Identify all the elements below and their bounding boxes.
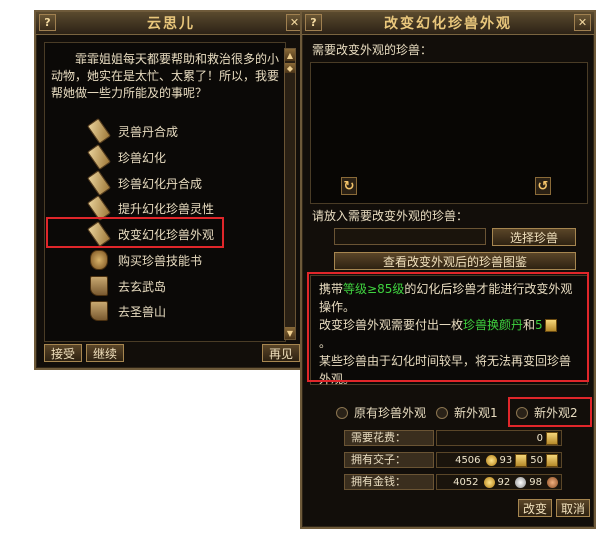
silver-ingot-icon [515,453,528,467]
scroll-icon [86,117,112,145]
npc-dialog-titlebar[interactable]: ? 云思儿 ✕ [36,12,306,35]
help-icon: ? [310,16,317,29]
continue-button[interactable]: 继续 [86,344,124,362]
goodbye-button[interactable]: 再见 [262,344,300,362]
gold-coin-icon [483,476,495,488]
change-appearance-titlebar[interactable]: ? 改变幻化珍兽外观 ✕ [302,12,594,35]
menu-item-pet-transform[interactable]: 珍兽幻化 [86,143,167,171]
scroll-icon [86,143,112,171]
put-pet-prompt: 请放入需要改变外观的珍兽： [312,209,469,223]
close-icon: ✕ [289,16,300,29]
help-icon: ? [44,16,51,29]
scroll-up-arrow-icon[interactable]: ▲ [285,49,295,61]
menu-item-label: 去圣兽山 [118,304,167,319]
highlight-box-new-appearance-2 [508,397,592,427]
copper-ingot-icon [546,453,558,467]
money-silver-value: 92 [497,476,511,488]
radio-new-appearance-1[interactable]: 新外观1 [436,404,498,421]
menu-item-label: 珍兽幻化 [118,150,167,165]
pet-slot-input[interactable] [334,228,486,245]
silver-coin-icon [515,476,527,488]
npc-dialog-window: ? 云思儿 ✕ 霏霏姐姐每天都要帮助和救治很多的小动物，她实在是太忙、太累了！所… [34,10,308,370]
jiaozi-label: 拥有交子： [344,452,434,468]
gold-ingot-icon [546,431,558,445]
scroll-down-arrow-icon[interactable]: ▼ [285,327,295,339]
dialog-scrollbar[interactable]: ▲ ◆ ▼ [284,48,296,340]
highlight-box-menu [46,217,224,248]
cost-row: 需要花费： 0 [344,430,562,446]
jiaozi-row: 拥有交子： 4506 93 50 [344,452,562,468]
money-value-box: 4052 92 98 [436,474,562,490]
rotate-right-icon: ↺ [537,178,549,194]
menu-item-label: 灵兽丹合成 [118,124,179,139]
jiaozi-silver-value: 93 [499,454,513,466]
cost-value-box: 0 [436,430,562,446]
jiaozi-copper-value: 50 [530,454,543,466]
menu-item-label: 珍兽幻化丹合成 [118,176,203,191]
cost-value: 0 [536,432,543,444]
npc-intro-text: 霏霏姐姐每天都要帮助和救治很多的小动物，她实在是太忙、太累了！所以，我要帮她做一… [51,52,280,100]
menu-item-label: 去玄武岛 [118,279,167,294]
npc-name-title: 云思儿 [147,16,195,32]
window-title: 改变幻化珍兽外观 [384,16,512,32]
rotate-right-button[interactable]: ↺ [535,177,551,195]
help-button[interactable]: ? [305,14,322,31]
change-appearance-window: ? 改变幻化珍兽外观 ✕ 需要改变外观的珍兽： ↻ ↺ 请放入需要改变外观的珍兽… [300,10,596,529]
menu-item-label: 购买珍兽技能书 [118,253,203,268]
boot-icon [88,275,110,297]
cancel-button[interactable]: 取消 [556,499,590,517]
rotate-left-button[interactable]: ↻ [341,177,357,195]
cost-label: 需要花费： [344,430,434,446]
pet-prompt-label: 需要改变外观的珍兽： [312,43,433,57]
money-copper-value: 98 [529,476,542,488]
pet-preview-area: ↻ ↺ [310,62,588,204]
radio-original-appearance[interactable]: 原有珍兽外观 [336,404,426,421]
menu-item-label: 提升幻化珍兽灵性 [118,201,215,216]
menu-item-buy-skill-book[interactable]: 购买珍兽技能书 [88,248,202,272]
view-catalog-button[interactable]: 查看改变外观后的珍兽图鉴 [334,252,576,270]
money-row: 拥有金钱： 4052 92 98 [344,474,562,490]
select-pet-button[interactable]: 选择珍兽 [492,228,576,246]
money-label: 拥有金钱： [344,474,434,490]
scroll-icon [86,169,112,197]
scroll-icon [86,194,112,222]
money-gold-value: 4052 [453,476,479,488]
gold-coin-icon [485,454,497,466]
rotate-left-icon: ↻ [343,178,355,194]
menu-item-go-holy-beast-mountain[interactable]: 去圣兽山 [88,299,166,323]
menu-item-transform-pill-synthesis[interactable]: 珍兽幻化丹合成 [86,169,203,197]
radio-button-icon [436,406,448,419]
scroll-thumb[interactable]: ◆ [285,63,295,73]
change-button[interactable]: 改变 [518,499,552,517]
menu-item-go-xuanwu-island[interactable]: 去玄武岛 [88,274,166,298]
help-button[interactable]: ? [39,14,56,31]
copper-coin-icon [547,476,558,488]
radio-label: 新外观1 [454,406,498,420]
jiaozi-value-box: 4506 93 50 [436,452,562,468]
close-icon: ✕ [577,16,588,29]
radio-button-icon [336,406,348,419]
menu-item-pet-pill-synthesis[interactable]: 灵兽丹合成 [86,117,179,145]
pouch-icon [88,249,110,271]
jiaozi-gold-value: 4506 [455,454,481,466]
highlight-box-info [307,272,589,382]
radio-label: 原有珍兽外观 [354,406,427,420]
accept-button[interactable]: 接受 [44,344,82,362]
boot-icon [88,300,110,322]
close-button[interactable]: ✕ [574,14,591,31]
